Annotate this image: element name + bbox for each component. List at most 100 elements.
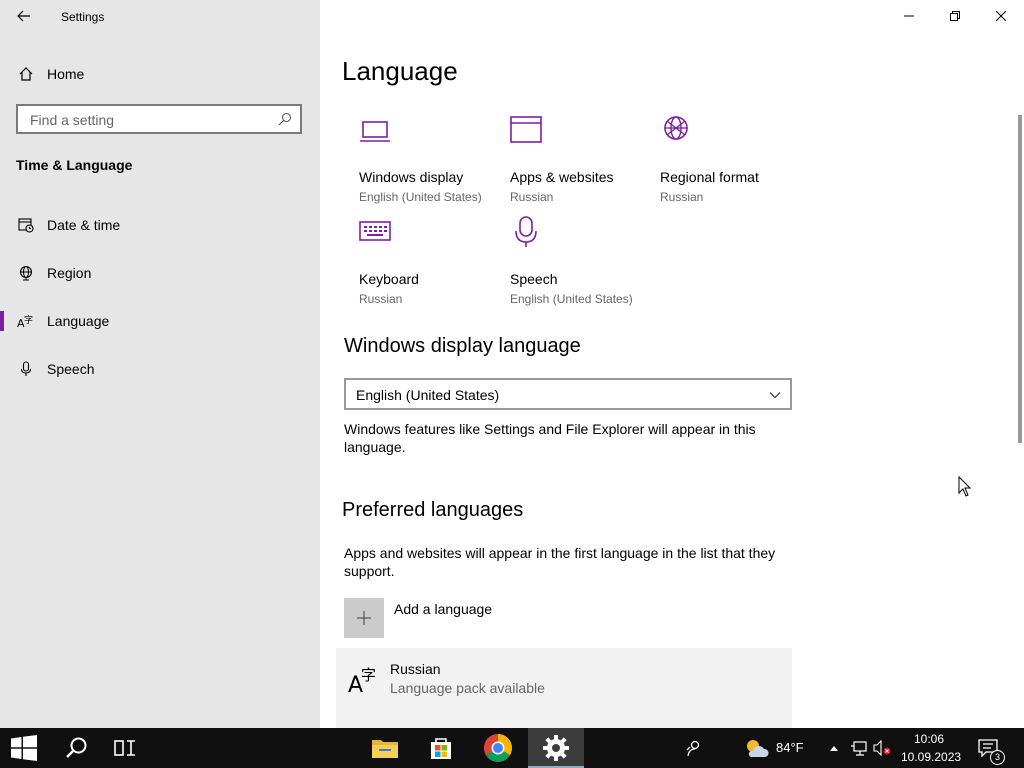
display-language-description: Windows features like Settings and File … [344,421,756,455]
tile-subtitle: English (United States) [359,190,482,204]
tile-windows-display[interactable]: Windows display English (United States) [359,114,499,204]
chevron-up-icon [830,746,838,751]
regional-globe-icon [664,116,688,140]
volume-button[interactable] [870,728,894,768]
restore-button[interactable] [932,0,978,32]
tile-subtitle: Russian [660,190,704,204]
sidebar-item-label: Date & time [47,217,121,233]
search-input[interactable] [28,111,272,129]
tile-keyboard[interactable]: Keyboard Russian [359,216,499,306]
add-language-button[interactable]: Add a language [344,598,644,638]
close-icon [996,11,1006,21]
back-button[interactable] [10,6,38,26]
preferred-languages-heading: Preferred languages [342,499,524,521]
clock-button[interactable]: 10:06 10.09.2023 [896,728,962,768]
dropdown-value: English (United States) [356,387,500,403]
language-name: Russian [390,661,441,677]
sidebar-item-label: Speech [47,361,95,377]
tile-title: Regional format [660,169,759,185]
tile-speech[interactable]: Speech English (United States) [510,216,650,306]
tile-title: Speech [510,271,558,287]
minimize-icon [904,15,914,17]
people-button[interactable] [672,728,716,768]
microphone-icon [515,216,537,247]
main-content: Language Windows display English (United… [320,0,1024,728]
gear-icon [543,735,569,761]
sidebar-item-region[interactable]: Region [0,255,320,291]
weather-temperature: 84°F [776,740,804,755]
microsoft-store-button[interactable] [417,728,465,768]
sidebar-item-label: Language [47,313,110,329]
chevron-down-icon [769,392,781,399]
windows-logo-icon [11,735,37,761]
page-title: Language [342,56,458,86]
search-icon [66,737,87,758]
language-icon: A字 [348,664,380,702]
network-icon [851,741,867,756]
show-hidden-icons-button[interactable] [824,728,844,768]
sidebar-item-label: Region [47,265,92,281]
keyboard-icon [359,221,391,241]
globe-icon [16,263,36,283]
svg-text:字: 字 [24,314,33,326]
folder-icon [372,740,398,758]
microphone-icon [16,359,36,379]
clock-time: 10:06 [914,732,945,746]
minimize-button[interactable] [886,0,932,32]
action-center-button[interactable]: 3 [968,728,1008,768]
language-status: Language pack available [390,680,545,696]
tile-title: Apps & websites [510,169,614,185]
people-icon [686,740,700,757]
sidebar: Settings Home Time & Language Date & tim… [0,0,320,728]
app-title: Settings [61,10,105,24]
sidebar-item-speech[interactable]: Speech [0,351,320,387]
language-list-item[interactable]: A字 Russian Language pack available [336,648,792,728]
section-title: Time & Language [16,157,133,173]
restore-icon [950,11,960,21]
tile-regional-format[interactable]: Regional format Russian [660,114,800,204]
tile-title: Keyboard [359,271,419,287]
laptop-icon [360,121,390,142]
calendar-clock-icon [16,215,36,235]
display-language-heading: Windows display language [344,335,581,357]
chrome-button[interactable] [474,728,522,768]
preferred-languages-description: Apps and websites will appear in the fir… [344,545,776,579]
search-button[interactable] [53,728,101,768]
svg-text:字: 字 [361,666,376,684]
tile-subtitle: Russian [510,190,554,204]
task-view-button[interactable] [101,728,149,768]
sidebar-item-language[interactable]: A字 Language [0,303,320,339]
search-box[interactable] [16,104,302,134]
notification-count-badge: 3 [990,750,1005,765]
plus-icon [344,598,384,638]
store-icon [431,738,451,759]
network-button[interactable] [846,728,872,768]
chrome-icon [484,734,512,762]
back-arrow-icon [17,10,30,22]
tile-subtitle: English (United States) [510,292,633,306]
clock-date: 10.09.2023 [901,750,962,764]
browser-window-icon [510,116,542,143]
title-bar: Settings [0,0,320,32]
nav-home[interactable]: Home [0,60,320,88]
nav-home-label: Home [47,66,85,82]
file-explorer-button[interactable] [361,728,409,768]
search-icon [278,112,292,126]
settings-taskbar-button[interactable] [528,728,584,768]
mouse-cursor-icon [958,476,972,497]
weather-icon [747,740,769,757]
home-icon [16,64,36,84]
task-view-icon [114,740,135,756]
add-language-label: Add a language [394,601,493,617]
start-button[interactable] [0,728,48,768]
sidebar-item-date-time[interactable]: Date & time [0,207,320,243]
display-language-dropdown[interactable]: English (United States) [344,378,792,410]
scrollbar[interactable] [1018,115,1022,443]
weather-widget[interactable]: 84°F [740,728,810,768]
close-button[interactable] [978,0,1024,32]
volume-muted-icon [873,740,891,756]
taskbar: 84°F 10:06 10.09.2023 3 [0,728,1024,768]
tile-subtitle: Russian [359,292,403,306]
language-icon: A字 [16,311,36,331]
tile-apps-websites[interactable]: Apps & websites Russian [510,114,650,204]
